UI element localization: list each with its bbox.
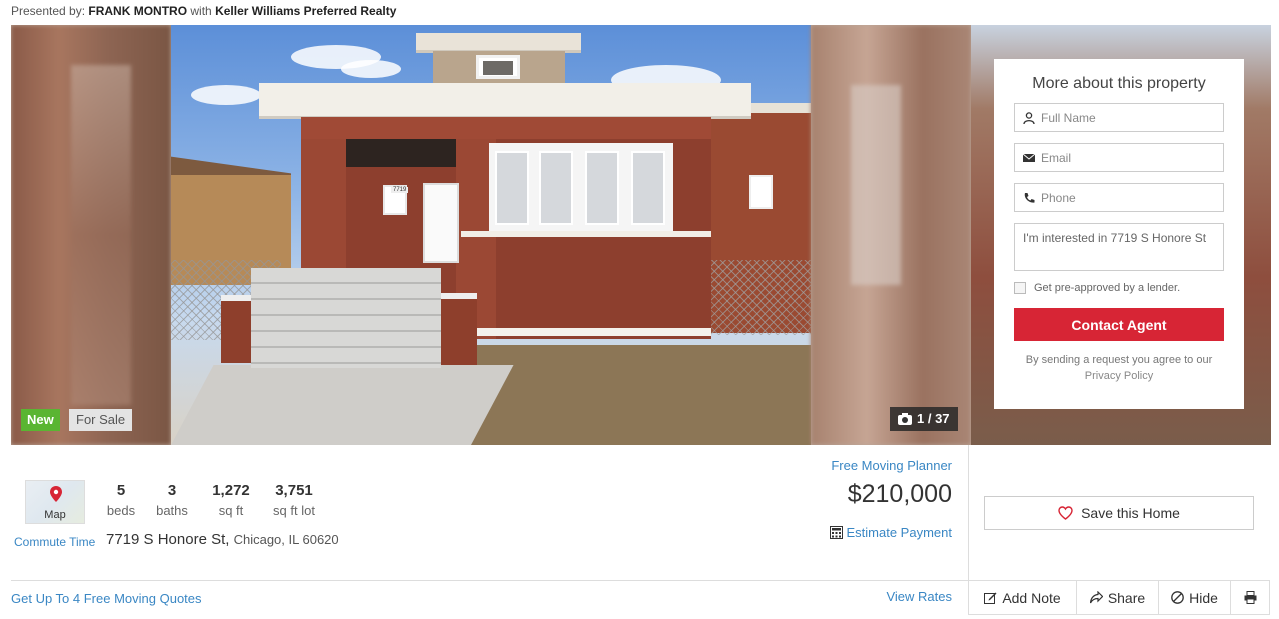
map-thumbnail[interactable]: Map <box>25 480 85 524</box>
save-home-button[interactable]: Save this Home <box>984 496 1254 530</box>
next-photo-preview[interactable] <box>811 25 971 445</box>
presented-by: Presented by: FRANK MONTRO with Keller W… <box>11 4 396 18</box>
add-note-label: Add Note <box>1002 589 1061 606</box>
moving-planner-link[interactable]: Free Moving Planner <box>831 458 952 473</box>
phone-placeholder: Phone <box>1041 190 1076 205</box>
phone-field[interactable]: Phone <box>1014 183 1224 212</box>
hide-label: Hide <box>1189 589 1218 606</box>
status-badge: For Sale <box>69 409 133 431</box>
baths-label: baths <box>156 503 188 518</box>
house-number-plate: 7719 <box>391 187 409 193</box>
agent-name: FRANK MONTRO <box>88 4 188 18</box>
person-icon <box>1023 111 1035 124</box>
sqft-value: 1,272 <box>212 482 250 499</box>
full-name-field[interactable]: Full Name <box>1014 103 1224 132</box>
commute-time-link[interactable]: Commute Time <box>14 535 95 549</box>
view-rates-link[interactable]: View Rates <box>886 589 952 604</box>
lot-stat: 3,751 sq ft lot <box>269 482 319 518</box>
full-name-placeholder: Full Name <box>1041 110 1096 125</box>
heart-icon <box>1058 506 1073 520</box>
lot-value: 3,751 <box>275 482 313 499</box>
contact-agent-button[interactable]: Contact Agent <box>1014 308 1224 341</box>
main-listing-photo[interactable]: 7719 <box>171 25 811 445</box>
envelope-icon <box>1023 153 1035 162</box>
lender-checkbox[interactable] <box>1014 282 1026 294</box>
brokerage-name: Keller Williams Preferred Realty <box>215 4 397 18</box>
contact-form: More about this property Full Name Email… <box>994 59 1244 409</box>
new-badge: New <box>21 409 60 431</box>
front-door: 7719 <box>391 183 459 263</box>
map-pin-icon <box>50 486 62 502</box>
save-home-label: Save this Home <box>1081 505 1180 521</box>
map-label: Map <box>44 509 66 521</box>
listing-actions: Add Note Share Hide <box>968 580 1270 615</box>
contact-form-title: More about this property <box>1032 75 1206 92</box>
estimate-payment-label: Estimate Payment <box>846 525 953 540</box>
hide-icon <box>1171 591 1184 604</box>
photo-counter[interactable]: 1 / 37 <box>890 407 958 431</box>
share-button[interactable]: Share <box>1076 581 1158 615</box>
message-field[interactable]: I'm interested in 7719 S Honore St <box>1014 223 1224 271</box>
previous-photo-preview[interactable] <box>11 25 171 445</box>
lot-label: sq ft lot <box>273 503 315 518</box>
message-text: I'm interested in 7719 S Honore St <box>1023 231 1207 245</box>
beds-stat: 5 beds <box>104 482 138 518</box>
photo-counter-text: 1 / 37 <box>917 411 950 426</box>
baths-stat: 3 baths <box>153 482 191 518</box>
lender-option[interactable]: Get pre-approved by a lender. <box>1014 282 1224 294</box>
street-address: 7719 S Honore St, <box>106 531 230 548</box>
email-field[interactable]: Email <box>1014 143 1224 172</box>
add-note-button[interactable]: Add Note <box>968 581 1076 615</box>
hide-button[interactable]: Hide <box>1158 581 1230 615</box>
form-disclaimer: By sending a request you agree to our Pr… <box>1014 352 1224 384</box>
calculator-icon <box>829 526 843 539</box>
divider <box>11 580 968 581</box>
share-icon <box>1089 591 1103 604</box>
print-button[interactable] <box>1230 581 1270 615</box>
estimate-payment-link[interactable]: Estimate Payment <box>829 525 953 540</box>
beds-label: beds <box>106 503 136 518</box>
camera-icon <box>898 413 912 425</box>
phone-icon <box>1024 192 1035 203</box>
moving-quotes-link[interactable]: Get Up To 4 Free Moving Quotes <box>11 591 202 606</box>
print-icon <box>1244 591 1256 604</box>
privacy-policy-link[interactable]: Privacy Policy <box>1014 368 1224 384</box>
sqft-label: sq ft <box>218 503 244 518</box>
baths-value: 3 <box>167 482 177 499</box>
city-state-zip: Chicago, IL 60620 <box>233 532 339 547</box>
presented-with: with <box>190 4 212 18</box>
presented-prefix: Presented by: <box>11 4 86 18</box>
lender-checkbox-label: Get pre-approved by a lender. <box>1034 282 1181 294</box>
sqft-stat: 1,272 sq ft <box>208 482 254 518</box>
edit-icon <box>984 592 997 604</box>
email-placeholder: Email <box>1041 150 1072 165</box>
beds-value: 5 <box>116 482 126 499</box>
listing-price: $210,000 <box>847 480 952 508</box>
property-address: 7719 S Honore St, Chicago, IL 60620 <box>106 531 339 548</box>
share-label: Share <box>1107 589 1146 606</box>
disclaimer-text: By sending a request you agree to our <box>1025 354 1213 366</box>
